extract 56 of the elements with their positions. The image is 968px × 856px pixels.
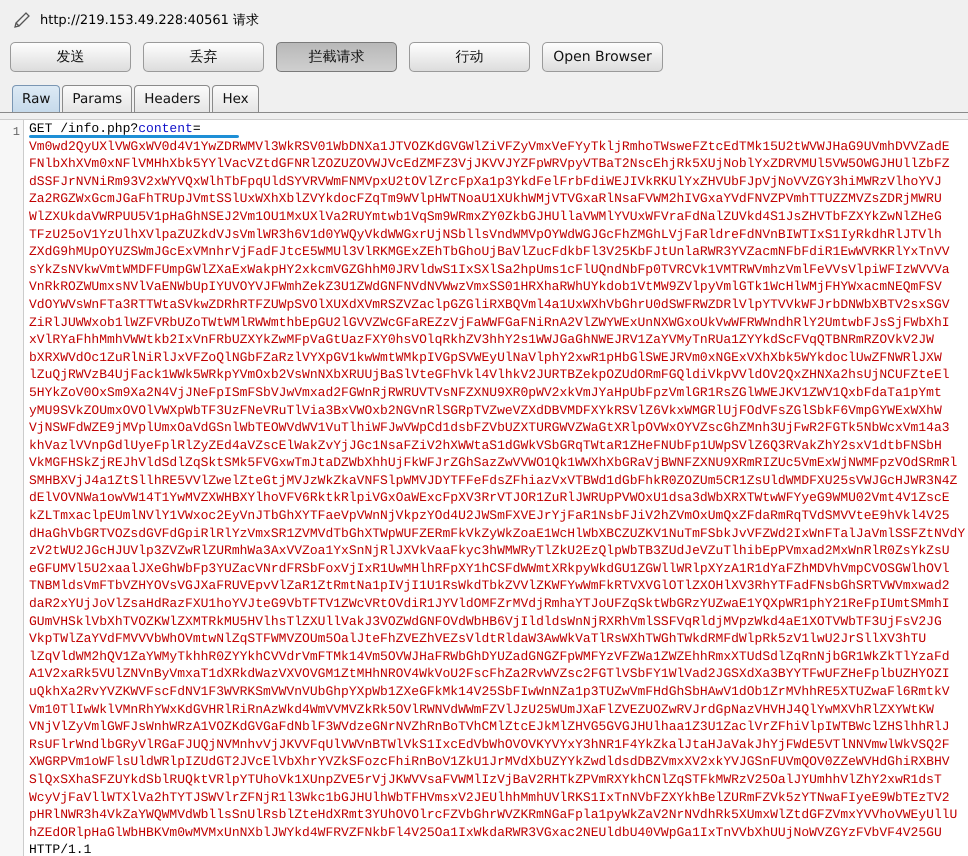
param-value-line: khVazlVVnpGdlUyeFplRlZyZEd4aVZscElWakZvYjJGc1NsaFZiV2hXWWtaS1dGWkVSbGRqTWtaR1ZHeFNUbFp1UWpSVlZ6Q3RVakZhY2sxV1dtbFNSbH bbox=[29, 436, 943, 454]
param-value-line: ZiRlJUWWxob1lWZFVRbUZoTWtWMlRWWmthbEpGU2lGVVZWcGFaREZzVjFaWWFGaFNiRnA2VlZWYWExUnNXWGxoUkVwWFRWWndhRlY2UmtwbFJsSjFWbXhI bbox=[29, 314, 951, 332]
param-value-line: lZuQjRWVzB4UjFack1WWk5WRkpYVmOxb2VsWnNXbXRUUjBaSlVteGFhVkl4VlhkV2JURTBZekpOZUdORmFGQldiVkpVVldOV2QxZHNXa2hsUjNCUFZteEl bbox=[29, 366, 951, 384]
toolbar-button[interactable]: 行动 bbox=[409, 42, 530, 72]
view-tab[interactable]: Params bbox=[62, 85, 132, 112]
param-value-line: daR2xYUjJoVlZsaHdRazFXU1hoYVJteG9VbTFTV1ZWcVRtOVdiR1JYVldOMFZrMVdjRmhaYTJoUFZqSktWbGRzYUZwaE1YQXpWR1phY21ReFpIUmtSMmhI bbox=[29, 595, 951, 613]
protocol-line: HTTP/1.1 bbox=[29, 841, 92, 856]
param-value-line: xVlRYaFhhMmhVWWtkb2IxVnFRbUZXYkZwMFpVaGtUazFXY0hsVOlqRkhZV3hhY2s1WWJGaGhNWEJRV1ZaYVMyTnRUa1ZYYkdScFVqQTBNRmRZOVkV2JW bbox=[29, 331, 935, 349]
param-value-line: VjNSWFdWZE9jMVplUmxOaVdGSnlWbTEOWVdWV1VuTlhiWFJwVWpCd1dsbFZVbUZXTURGWVZWaGtXRlpOVWxOYVZscGhZMnh3UjFwR2FGTk5NbWcxVm14a3 bbox=[29, 419, 951, 437]
param-value-line: 5HYkZoV0OxSm9Xa2N4VjJNeFpISmFSbVJwVmxad2FGWnRjRWRUVTVsNFZXNU9XR0pWV2xkVmJYaHpUbFpzVmlGR1RsZGlWWEJKV1ZWV1QxbFdaTa1pYmt bbox=[29, 384, 943, 402]
request-method: GET bbox=[29, 121, 52, 136]
param-value-line: yMU9SVkZOUmxOVOlVWXpWbTF3UzFNeVRuTlVia3BxVWOxb2NGVnRlSGRpTVZweVZXdDBVMDFXYkRSVlZ6VkxWMGRlUjFOdVFsZGlSbkF6VmpGYWExWXhW bbox=[29, 402, 943, 420]
param-name: content bbox=[138, 121, 193, 136]
param-value-line: SMHBXVjJ4a1ZtSllhRE5VVlZwelZteGtjMVJzWkZkaVNFSlpWMVJDYTFFeFdsZFhiazVxVTBWd1dGbFhkR0ZOZUm5CR1ZsUldWMDFXU25sVWJGcHJWR3N4Z bbox=[29, 472, 958, 490]
toolbar-button[interactable]: 拦截请求 bbox=[276, 42, 397, 72]
view-tab[interactable]: Raw bbox=[12, 85, 60, 112]
param-value-line: sYkZsNVkwVmtWMDFFUmpGWlZXaExWakpHY2xkcmVGZGhhM0JRVldwS1IxSXlSa2hpUms1cFlUQndNbFp0TVRCVk1VMTRWVmhzVmlFeVVsVlpiWFIzWVVVa bbox=[29, 260, 951, 278]
param-value-line: bXRXWVdOc1ZuRlNiRlJxVFZoQlNGbFZaRzlVYXpGV1kwWmtWMkpIVGpSVWEyUlNaVlphY2xwR1pHbGlSWEJRVm0xNGExVXhXbk5WYkdoclUwZFNWRlJXW bbox=[29, 348, 943, 366]
param-value-line: VNjVlZyVmlGWFJsWnhWRzA1VOZKdGVGaFdNblF3WVdzeGNrNVZhRnBoTVhCMlZtcEJkMlZHVG5GVGJHUlhaa1Z3U1ZaclVrZFhiVlpIWTBWclZHSlhhRlJ bbox=[29, 718, 951, 736]
param-value-line: dSSFJrNVNiRm93V2xWYVQxWlhTbFpqUldSYVRVWmFNMVpxU2tOVlZrcFpXa1p3YkdFelFrbFdiWEJIVkRKUlYxZHVUbFJpVjNoVVZGY3hiMWRzVlhoYVJ bbox=[29, 172, 943, 190]
param-value-line: dElVOVNWa1owVW14T1YwMVZXWHBXYlhoVFV6RktkRlpiVGxOaWExcFpXV3RrVTJOR1ZuRlJWRUpPVWOxU1dsa3dWbXRXTWtwWFYyeG9WMU02Vmt4V1ZscE bbox=[29, 489, 951, 508]
param-value-line: FNlbXhXVm0xNFlVMHhXbk5YYlVacVZtdGFNRlZOZUZOVWJVcEdZMFZ3VjJKVVJYZFpWRVpyVTBaT2NscEhjRk5XUjNoblYxZDRVMUl5VW5OWGJHUllZbFZ bbox=[29, 155, 951, 173]
param-value-line: Za2RGZWxGcmJGaFhTRUpJVmtSSlUxWXhXblZVYkdocFZqTm9WVlpHWTNoaU1XUkhWMjVTVGxaRlNsaFVWM2hIVGxaYVdFNVZPVmhTTUZZMVZsZDRjMWRU bbox=[29, 190, 943, 208]
param-value-line: VkMGFHSkZjREJhVldSdlZqSktSMk5FVGxwTmJtaDZWbXhhUjFkWFJrZGhSazZwVVWO1Qk1WWXhXbGRaVjBWNFZXNU9XRmRIZUc5VmExWjNWMFpzVOdSRmRl bbox=[29, 454, 958, 472]
param-value-line: Vm0wd2QyUXlVWGxWV0d4V1YwZDRWMVl3WkRSV01WbDNXa1JTVOZKdGVGWlZiVFZyVmxVeFYyTkljRmhoTWsweFZtcEdTMk15U2tWVWJHaG9UVmhDVVZadE bbox=[29, 138, 951, 156]
param-value-line: kZLTmxaclpEUmlNVlY1VWxoc2EyVnJTbGhXYTFaeVpVWnNjVkpzYOd4U2JWSmFXVEJrYjFaR1NsbFJiV2hZVmOxUmQxZFdaRmRqTVdSMVVteE9hVkl4V25 bbox=[29, 507, 951, 525]
request-path: /info.php? bbox=[60, 121, 138, 136]
param-value-line: WcyVjFaVllWTXlVa2hTYTJSWVlrZFNjR1l3Wkc1bGJHUlhWbTFHVmsxV2JEUlhhMmhUVlRKS1IxTnNVbFZXYkhBelZURmFZVk5zYTNwaFIyeE9WbTEzTV2 bbox=[29, 788, 951, 806]
param-value-line: Vm10TlIwWklVMnRhYWxKdGVHRlRiRnAzWkd4WmVVMVZkRk5OVlRWNVdWWmFZVlJzU25WUmJXaFlZVEZUOZwRVJrdGpNazVHVHJ4QlYwMXVhRlZXYWtKW bbox=[29, 700, 935, 718]
param-value-line: TNBMldsVmFTbVZHYOVsVGJXaFRUVEpvVlZaR1ZtRmtNa1pIVjI1U1RsWkdTbkZVVlZKWFYwWmFkRTVXVGlOTlZXOHlXV3RhYTFadFNsbGhSRTVWVmxwad2 bbox=[29, 577, 951, 596]
equals-sign: = bbox=[192, 121, 201, 136]
param-value-line: XWGRPVm1oWFlsUldWRlpIZUdGT2JVcElVbXhrYVZkSFozcFhiRnBoV1ZkU1JrMVdXbUZYYkZwdldsdDBZVmxXV2xkYVJGSnFUVmQOV0ZZeWVHdGhiRXBHV bbox=[29, 753, 951, 771]
param-value-line: dHaGhVbGRTVOZsdGVFdGpiRlRlYzVmxSR1ZVMVdTbGhXTWpWUFZERmFkVkZyWkZoaE1WcHlWbXBCZUZKV1NuTmFSbkJvVFZWd2IxWnFTalJaVmlSSFZtNVdY bbox=[29, 524, 966, 542]
param-value-line: VdOYWVsWnFTa3RTTWtaSVkwZDRhRTFZUWpSVOlXUXdXVmRSZVZaclpGZGliRXBQVml4a1UxWXhVbGhrU0dSWFRWZDRlVlpYTVVkWFJrbDNWbXBTV2sxSGV bbox=[29, 296, 951, 314]
param-value-line: ZXdG9hMUpOYUZSWmJGcExVMnhrVjFadFJtcE5WMUl3VlRKMGExZEhTbGhoUjBaVlZucFdkbFl3V25KbFJtUnlaRWR3YVZacmNFbFdiR1EwWVRKRlYxTnVV bbox=[29, 243, 951, 261]
param-value-line: SlQxSXhaSFZUYkdSblRUQktVRlpYTUhoVk1XUnpZVE5rVjJKWVVsaFVWMlIzVjBaV2RHTkZPVmRXYkhCNlZqSTFkMWRzV25OalJYUmhhVlZhY2xwR1dsT bbox=[29, 770, 943, 789]
param-value-line: eGFUMVl5U2xaalJXeGhWbFp3YUZacVNrdFRSbFoxVjIxR1UwMHlhRFpXY1hCSFdWWmtXRkpyWkdGU1ZGWllWRlpXYzA1R1dYaFZhMDVhVmpCVOSGWlhOVl bbox=[29, 560, 951, 578]
param-value-line: pHRlNWR3h4VkZaYWQWMVdWbllsSnUlRsblZteHdXRmt3YUhOVOlrcFZVbGhrWVZKRmNGaFpla1pyWkZaV2NrNVdhRk5XUmxWlZtdGFZVmxYVVhoVWEyUllU bbox=[29, 806, 958, 824]
param-value-line: GUmVHSklVbXhTVOZKWlZXMTRkMU5HVlhsTlZXUllVakJ3VOZWdGNFOVdWbHB6VjIldldsWnNjRXRhVmlSSFVqRldjMVpzWkd4aE1XOTVWbTF3UjFsV2JG bbox=[29, 612, 943, 630]
param-value-line: VnRkROZWUmxsNVlVaENWbUpIYUVOYVJFWmhZekZ3U1ZWdGNFNVdNVWwzVmxSS01HRXhaRWhUYkdob1VtMW9ZVlpyVmlGTk1WcHlWMjFHYWxacmNEQmFSV bbox=[29, 278, 943, 296]
request-title: http://219.153.49.228:40561 请求 bbox=[40, 12, 260, 29]
param-value-line: RsUFlrWndlbGRyVlRGaFJUQjNVMnhvVjJKVVFqUlVWVnBTWlVkS1IxcEdVbWhOVOVKYVYxY3hNR1F4YkZkalJtaHJaVakJhYjFWdE5VTlNNVmwlWkVSQ2F bbox=[29, 736, 951, 754]
view-tab[interactable]: Headers bbox=[134, 85, 210, 112]
toolbar-button[interactable]: 发送 bbox=[10, 42, 131, 72]
param-value-line: uQkhXa2RvYVZKWVFscFdNV1F3WVRKSmVWVnVUbGhpYXpWb1ZXeGFkMk14V25SbFIwWnNZa1p3TUZwVmFHdGhSbHAwV1dOb1ZrMVhhRE5XTUZwaFl6RmtkV bbox=[29, 683, 951, 701]
view-tab[interactable]: Hex bbox=[212, 85, 259, 112]
param-value-line: A1V2xaRk5VUlZNVnByVmxaT1dXRkdWazVXVOVGM1ZtMHhNROV4WkVoU2FscFhZa2RvWVZsc2FGTlVSbFY1WlVad2JGSXdXa3BYYTFwUFZHeFplbUZHYOZI bbox=[29, 665, 951, 683]
toolbar-button[interactable]: Open Browser bbox=[542, 42, 663, 72]
line-number: 1 bbox=[12, 125, 20, 139]
param-value-line: lZqVldWM2hQV1ZaYWMyTkhhR0ZYYkhCVVdrVmFTMk14Vm5OVWJHaFRWbGhDYUZadGNGZFpWMFYzVFZWa1ZWZEhhRmxXTUdSdlZqRnNjbGR1WkZkTlYzaFd bbox=[29, 648, 951, 666]
param-value-line: TFzU25oV1YzUlhXVlpaZUZkdVJsVmlWR3h6V1d0YWQyVkdWWGxrUjNSbllsVndWMVpOYWdWGJGcFhZMGhLVjFaRldreFdNVnBIWTIxS1IyRkdhRlJTVlh bbox=[29, 226, 943, 244]
toolbar-button[interactable]: 丢弃 bbox=[143, 42, 264, 72]
param-value-line: VkpTWlZaYVdFMVVVbWhOVmtwNlZqSTFWMVZOUm5OalJteFhZVEZhVEZsVldtRldaW3AwWkVaTlRsWXhTWGhTWkdRMFdWlpRk5zV1lwU2JrSllXV3hTU bbox=[29, 630, 928, 648]
param-value-line: hZEdORlpHaGlWbHBKVm0wMVMxUnNXblJWYkd4WFRVZFNkbFl4V25Oa1IxWkdaRWR3VGxac2NEUldbU40VWpGa1IxTnVVbXhUUjNoWVZGYzFVbVF4V25GU bbox=[29, 824, 943, 842]
param-value-line: WlZXUkdaVWRPUU5V1pHaGhNSEJ2Vm1OU1MxUXlVa2RUYmtwb1VqSm9WRmxZY0ZkbGJHUllaVWMlYVUxWFVraFdNalZUVkd4S1JsZHVTbFZXYkZwNlZHeG bbox=[29, 208, 943, 226]
param-value-line: zV2tWU2JGcHJUVlp3ZVZwRlZURmhWa3AxVVZoa1YxSnNjRlJXVkVaaFkyc3hWMWRyTlZkU2EzQlpWbTB3ZUdJeVZuTlhibEpPVmxad2MxWnRlR0ZsYkZsU bbox=[29, 542, 951, 560]
